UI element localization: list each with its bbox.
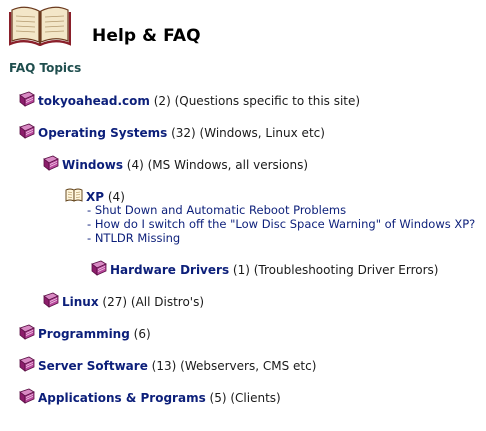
topic-row-applications-programs: Applications & Programs (5) (Clients) [17, 388, 281, 406]
faq-question-link[interactable]: - Shut Down and Automatic Reboot Problem… [87, 203, 475, 217]
topic-row-operating-systems: Operating Systems (32) (Windows, Linux e… [17, 123, 325, 141]
topic-link-hardware-drivers[interactable]: Hardware Drivers [110, 263, 229, 277]
topic-link-windows[interactable]: Windows [62, 158, 123, 172]
closed-book-icon [17, 123, 35, 139]
topic-link-programming[interactable]: Programming [38, 327, 130, 341]
topic-link-operating-systems[interactable]: Operating Systems [38, 126, 167, 140]
topic-link-applications-programs[interactable]: Applications & Programs [38, 391, 206, 405]
topic-count: (4) [126, 158, 144, 172]
closed-book-icon [89, 260, 107, 276]
open-book-icon [65, 187, 83, 203]
faq-question-link[interactable]: - How do I switch off the "Low Disc Spac… [87, 217, 475, 231]
topic-count: (2) [153, 94, 171, 108]
topic-count: (32) [171, 126, 196, 140]
closed-book-icon [41, 292, 59, 308]
topic-row-server-software: Server Software (13) (Webservers, CMS et… [17, 356, 316, 374]
topic-description: (MS Windows, all versions) [147, 158, 309, 172]
page-title: Help & FAQ [92, 26, 201, 46]
topic-count: (13) [151, 359, 177, 373]
topic-description: (Windows, Linux etc) [199, 126, 325, 140]
topic-link-xp[interactable]: XP [86, 190, 104, 204]
xp-question-list: - Shut Down and Automatic Reboot Problem… [87, 203, 475, 245]
closed-book-icon [17, 388, 35, 404]
topic-link-linux[interactable]: Linux [62, 295, 99, 309]
topic-count: (1) [232, 263, 250, 277]
faq-question-link[interactable]: - NTLDR Missing [87, 231, 475, 245]
closed-book-icon [17, 356, 35, 372]
closed-book-icon [17, 91, 35, 107]
faq-topics-heading: FAQ Topics [9, 61, 82, 75]
topic-link-server-software[interactable]: Server Software [38, 359, 148, 373]
topic-row-programming: Programming (6) [17, 324, 151, 342]
closed-book-icon [17, 324, 35, 340]
topic-row-tokyoahead: tokyoahead.com (2) (Questions specific t… [17, 91, 360, 109]
topic-description: (Webservers, CMS etc) [180, 359, 317, 373]
open-book-icon [9, 6, 71, 46]
closed-book-icon [41, 155, 59, 171]
topic-row-windows: Windows (4) (MS Windows, all versions) [41, 155, 308, 173]
topic-count: (6) [133, 327, 151, 341]
topic-description: (Clients) [230, 391, 281, 405]
topic-count: (27) [102, 295, 128, 309]
topic-row-hardware-drivers: Hardware Drivers (1) (Troubleshooting Dr… [89, 260, 439, 278]
topic-link-tokyoahead[interactable]: tokyoahead.com [38, 94, 150, 108]
topic-row-linux: Linux (27) (All Distro's) [41, 292, 204, 310]
topic-count: (5) [209, 391, 227, 405]
topic-description: (All Distro's) [130, 295, 205, 309]
topic-description: (Questions specific to this site) [174, 94, 361, 108]
topic-count: (4) [107, 190, 125, 204]
topic-description: (Troubleshooting Driver Errors) [253, 263, 439, 277]
page-header: Help & FAQ [3, 2, 483, 46]
